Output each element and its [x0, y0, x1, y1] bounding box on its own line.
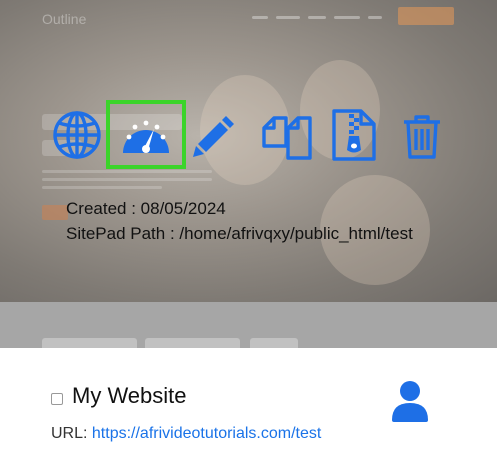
sitepad-path-label: SitePad Path :: [66, 224, 175, 243]
trash-icon[interactable]: [402, 114, 442, 160]
created-label: Created :: [66, 199, 136, 218]
pencil-icon[interactable]: [191, 113, 237, 159]
site-url-link[interactable]: https://afrivideotutorials.com/test: [92, 425, 321, 442]
preview-button: [42, 205, 68, 220]
user-icon[interactable]: [391, 380, 429, 422]
preview-card: [250, 338, 298, 348]
zip-file-icon[interactable]: [331, 108, 377, 162]
copy-icon[interactable]: [262, 110, 314, 162]
select-site-checkbox[interactable]: [51, 393, 63, 405]
created-value: 08/05/2024: [140, 199, 226, 218]
globe-icon[interactable]: [52, 110, 102, 160]
site-actions: [0, 0, 497, 190]
created-row: Created : 08/05/2024: [66, 199, 226, 219]
sitepad-path-value: /home/afrivqxy/public_html/test: [179, 224, 413, 243]
url-label: URL:: [51, 425, 88, 442]
preview-card: [145, 338, 240, 348]
site-url-row: URL: https://afrivideotutorials.com/test: [51, 425, 321, 443]
site-name: My Website: [72, 383, 187, 408]
sitepad-path-row: SitePad Path : /home/afrivqxy/public_htm…: [66, 224, 413, 244]
preview-card: [42, 338, 137, 348]
dashboard-icon[interactable]: [106, 100, 186, 169]
